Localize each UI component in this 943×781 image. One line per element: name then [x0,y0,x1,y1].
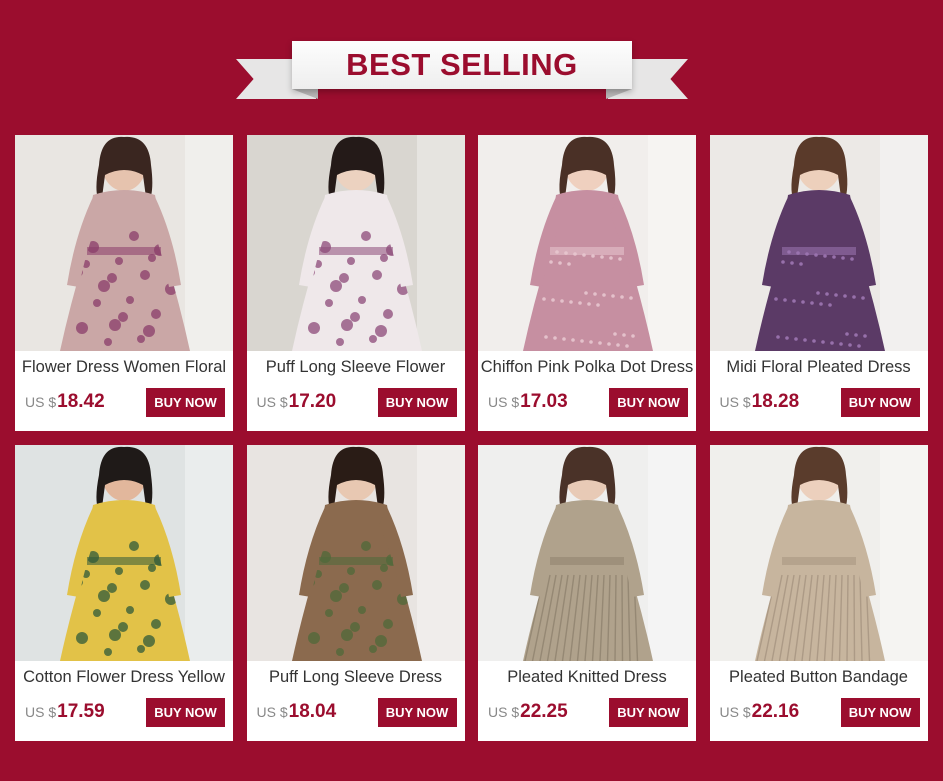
product-card-7[interactable]: Pleated Knitted Dress US $ 22.25 BUY NOW [478,445,696,741]
product-price-row: US $ 17.03 BUY NOW [478,383,696,431]
product-price: US $ 18.04 [257,701,337,723]
pink-dress-photo [478,135,696,351]
product-photo[interactable] [478,445,696,661]
product-card-4[interactable]: Midi Floral Pleated Dress US $ 18.28 BUY… [709,135,928,431]
product-name[interactable]: Flower Dress Women Floral [15,351,233,383]
buy-now-button[interactable]: BUY NOW [377,387,457,417]
price-currency: US $ [488,394,520,410]
price-currency: US $ [719,704,751,720]
price-amount: 18.42 [57,391,105,412]
product-price: US $ 17.20 [257,391,337,413]
price-amount: 18.04 [288,701,337,722]
product-name[interactable]: Cotton Flower Dress Yellow [15,661,233,693]
product-price-row: US $ 17.59 BUY NOW [15,693,233,741]
purple-dress-photo [709,135,928,351]
knit-dress-photo [478,445,696,661]
banner-face: BEST SELLING [292,41,632,89]
button-dress-photo [709,445,928,661]
product-card-5[interactable]: Cotton Flower Dress Yellow US $ 17.59 BU… [15,445,233,741]
product-photo[interactable] [15,135,233,351]
buy-now-button[interactable]: BUY NOW [146,697,225,727]
product-price-row: US $ 18.28 BUY NOW [710,383,928,431]
product-price: US $ 22.25 [488,701,568,723]
product-grid: Flower Dress Women Floral US $ 18.42 BUY… [15,135,928,741]
product-photo[interactable] [246,135,465,351]
product-photo[interactable] [246,445,465,661]
product-name[interactable]: Pleated Knitted Dress [478,661,696,693]
price-currency: US $ [256,394,288,410]
product-price: US $ 22.16 [720,701,800,723]
product-name[interactable]: Midi Floral Pleated Dress [710,351,928,383]
product-price-row: US $ 18.42 BUY NOW [15,383,233,431]
product-name[interactable]: Pleated Button Bandage [710,661,928,693]
white-floral-dress-photo [246,135,465,351]
product-photo[interactable] [15,445,233,661]
price-amount: 17.20 [288,391,337,412]
product-price-row: US $ 22.16 BUY NOW [710,693,928,741]
product-name[interactable]: Chiffon Pink Polka Dot Dress [478,351,696,383]
product-price: US $ 17.59 [25,701,105,723]
floral-dress-photo [15,135,233,351]
buy-now-button[interactable]: BUY NOW [840,697,920,727]
best-selling-banner: BEST SELLING [236,41,688,107]
product-price-row: US $ 18.04 BUY NOW [247,693,465,741]
price-amount: 17.03 [520,391,568,412]
product-price-row: US $ 17.20 BUY NOW [247,383,465,431]
product-photo[interactable] [709,445,928,661]
buy-now-button[interactable]: BUY NOW [609,697,688,727]
price-currency: US $ [256,704,288,720]
buy-now-button[interactable]: BUY NOW [840,387,920,417]
price-amount: 18.28 [751,391,800,412]
buy-now-button[interactable]: BUY NOW [609,387,688,417]
yellow-dress-photo [15,445,233,661]
product-card-3[interactable]: Chiffon Pink Polka Dot Dress US $ 17.03 … [478,135,696,431]
price-amount: 17.59 [57,701,105,722]
brown-floral-dress-photo [246,445,465,661]
product-price: US $ 18.28 [720,391,800,413]
product-photo[interactable] [709,135,928,351]
price-currency: US $ [719,394,751,410]
buy-now-button[interactable]: BUY NOW [377,697,457,727]
price-amount: 22.25 [520,701,568,722]
product-card-1[interactable]: Flower Dress Women Floral US $ 18.42 BUY… [15,135,233,431]
banner-title: BEST SELLING [346,47,578,82]
product-card-6[interactable]: Puff Long Sleeve Dress US $ 18.04 BUY NO… [246,445,465,741]
product-price-row: US $ 22.25 BUY NOW [478,693,696,741]
product-name[interactable]: Puff Long Sleeve Dress [247,661,465,693]
product-name[interactable]: Puff Long Sleeve Flower [247,351,465,383]
price-currency: US $ [25,394,57,410]
product-price: US $ 17.03 [488,391,568,413]
product-card-8[interactable]: Pleated Button Bandage US $ 22.16 BUY NO… [709,445,928,741]
price-currency: US $ [25,704,57,720]
product-price: US $ 18.42 [25,391,105,413]
price-amount: 22.16 [751,701,800,722]
buy-now-button[interactable]: BUY NOW [146,387,225,417]
price-currency: US $ [488,704,520,720]
product-photo[interactable] [478,135,696,351]
product-card-2[interactable]: Puff Long Sleeve Flower US $ 17.20 BUY N… [246,135,465,431]
